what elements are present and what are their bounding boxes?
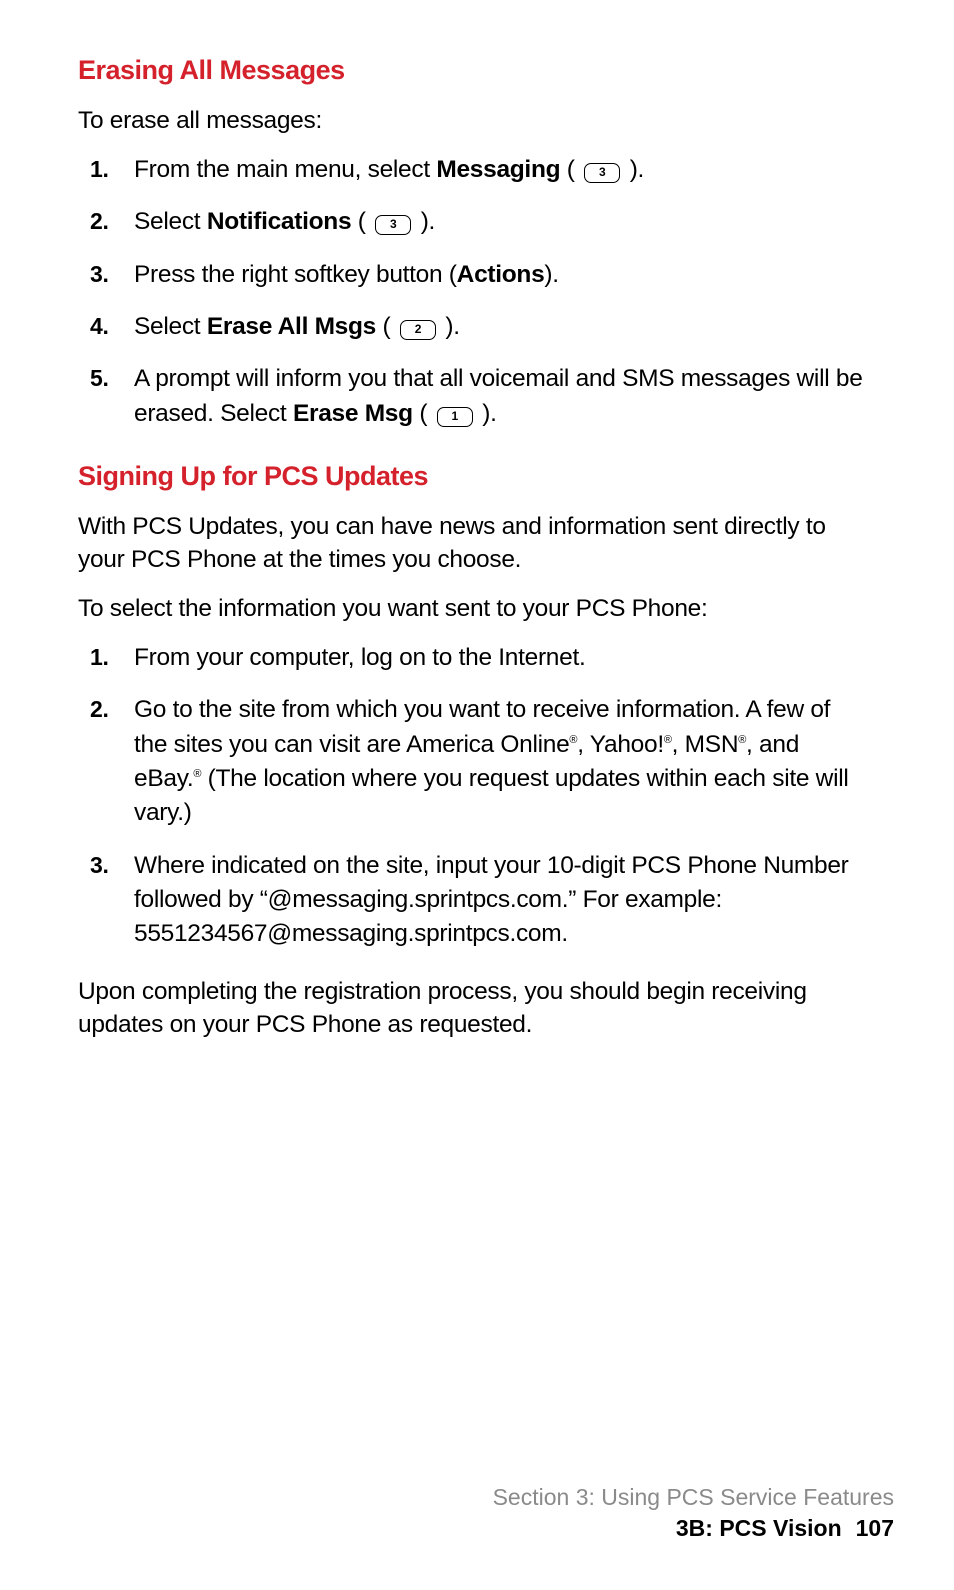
step-number: 2. [90,205,109,237]
key-icon: 2 [400,320,436,340]
step-number: 3. [90,849,109,881]
step-bold: Erase All Msgs [207,313,376,340]
step-bold: Erase Msg [293,400,413,427]
step-number: 5. [90,362,109,394]
footer-subsection: 3B: PCS Vision 107 [493,1515,894,1542]
list-item: 1. From the main menu, select Messaging … [134,153,869,187]
list-item: 4. Select Erase All Msgs ( 2 ). [134,310,869,344]
key-icon: 3 [375,215,411,235]
step-number: 1. [90,153,109,185]
step-bold: Notifications [207,208,351,235]
key-icon: 3 [584,163,620,183]
steps-list-1: 1. From the main menu, select Messaging … [78,153,869,431]
paragraph: With PCS Updates, you can have news and … [78,510,869,576]
step-text: ). [544,261,558,288]
footer-subsection-label: 3B: PCS Vision [676,1515,842,1541]
step-text: Where indicated on the site, input your … [134,852,849,948]
list-item: 2. Go to the site from which you want to… [134,693,869,830]
footer-section-label: Section 3: Using PCS Service Features [493,1484,894,1511]
closing-paragraph: Upon completing the registration process… [78,975,869,1041]
list-item: 1. From your computer, log on to the Int… [134,641,869,675]
step-text: ). [630,156,644,183]
step-text: ( [351,208,365,235]
step-text: ( [376,313,390,340]
step-text: Select [134,208,207,235]
step-text: , Yahoo! [577,731,664,758]
paragraph: To select the information you want sent … [78,592,869,625]
heading-signing-up: Signing Up for PCS Updates [78,461,869,492]
step-text: From the main menu, select [134,156,436,183]
step-text: ). [445,313,459,340]
step-text: Select [134,313,207,340]
step-bold: Actions [457,261,545,288]
step-number: 3. [90,258,109,290]
step-bold: Messaging [436,156,560,183]
key-icon: 1 [437,407,473,427]
list-item: 3. Where indicated on the site, input yo… [134,849,869,952]
step-text: , MSN [672,731,739,758]
list-item: 3. Press the right softkey button (Actio… [134,258,869,292]
step-text: A prompt will inform you that all voicem… [134,365,863,426]
step-text: ( [413,400,427,427]
page-content: Erasing All Messages To erase all messag… [0,0,954,1042]
registered-icon: ® [738,733,746,745]
intro-text: To erase all messages: [78,104,869,137]
step-number: 2. [90,693,109,725]
step-text: ). [482,400,496,427]
step-text: Press the right softkey button ( [134,261,457,288]
section-signing-up: Signing Up for PCS Updates With PCS Upda… [78,461,869,1042]
page-number: 107 [856,1515,894,1541]
steps-list-2: 1. From your computer, log on to the Int… [78,641,869,951]
step-text: (The location where you request updates … [134,765,849,826]
step-text: ). [421,208,435,235]
step-number: 4. [90,310,109,342]
list-item: 5. A prompt will inform you that all voi… [134,362,869,431]
list-item: 2. Select Notifications ( 3 ). [134,205,869,239]
step-number: 1. [90,641,109,673]
step-text: From your computer, log on to the Intern… [134,644,585,671]
heading-erasing-all-messages: Erasing All Messages [78,55,869,86]
step-text: ( [560,156,574,183]
registered-icon: ® [664,733,672,745]
page-footer: Section 3: Using PCS Service Features 3B… [493,1484,894,1542]
registered-icon: ® [193,768,201,780]
